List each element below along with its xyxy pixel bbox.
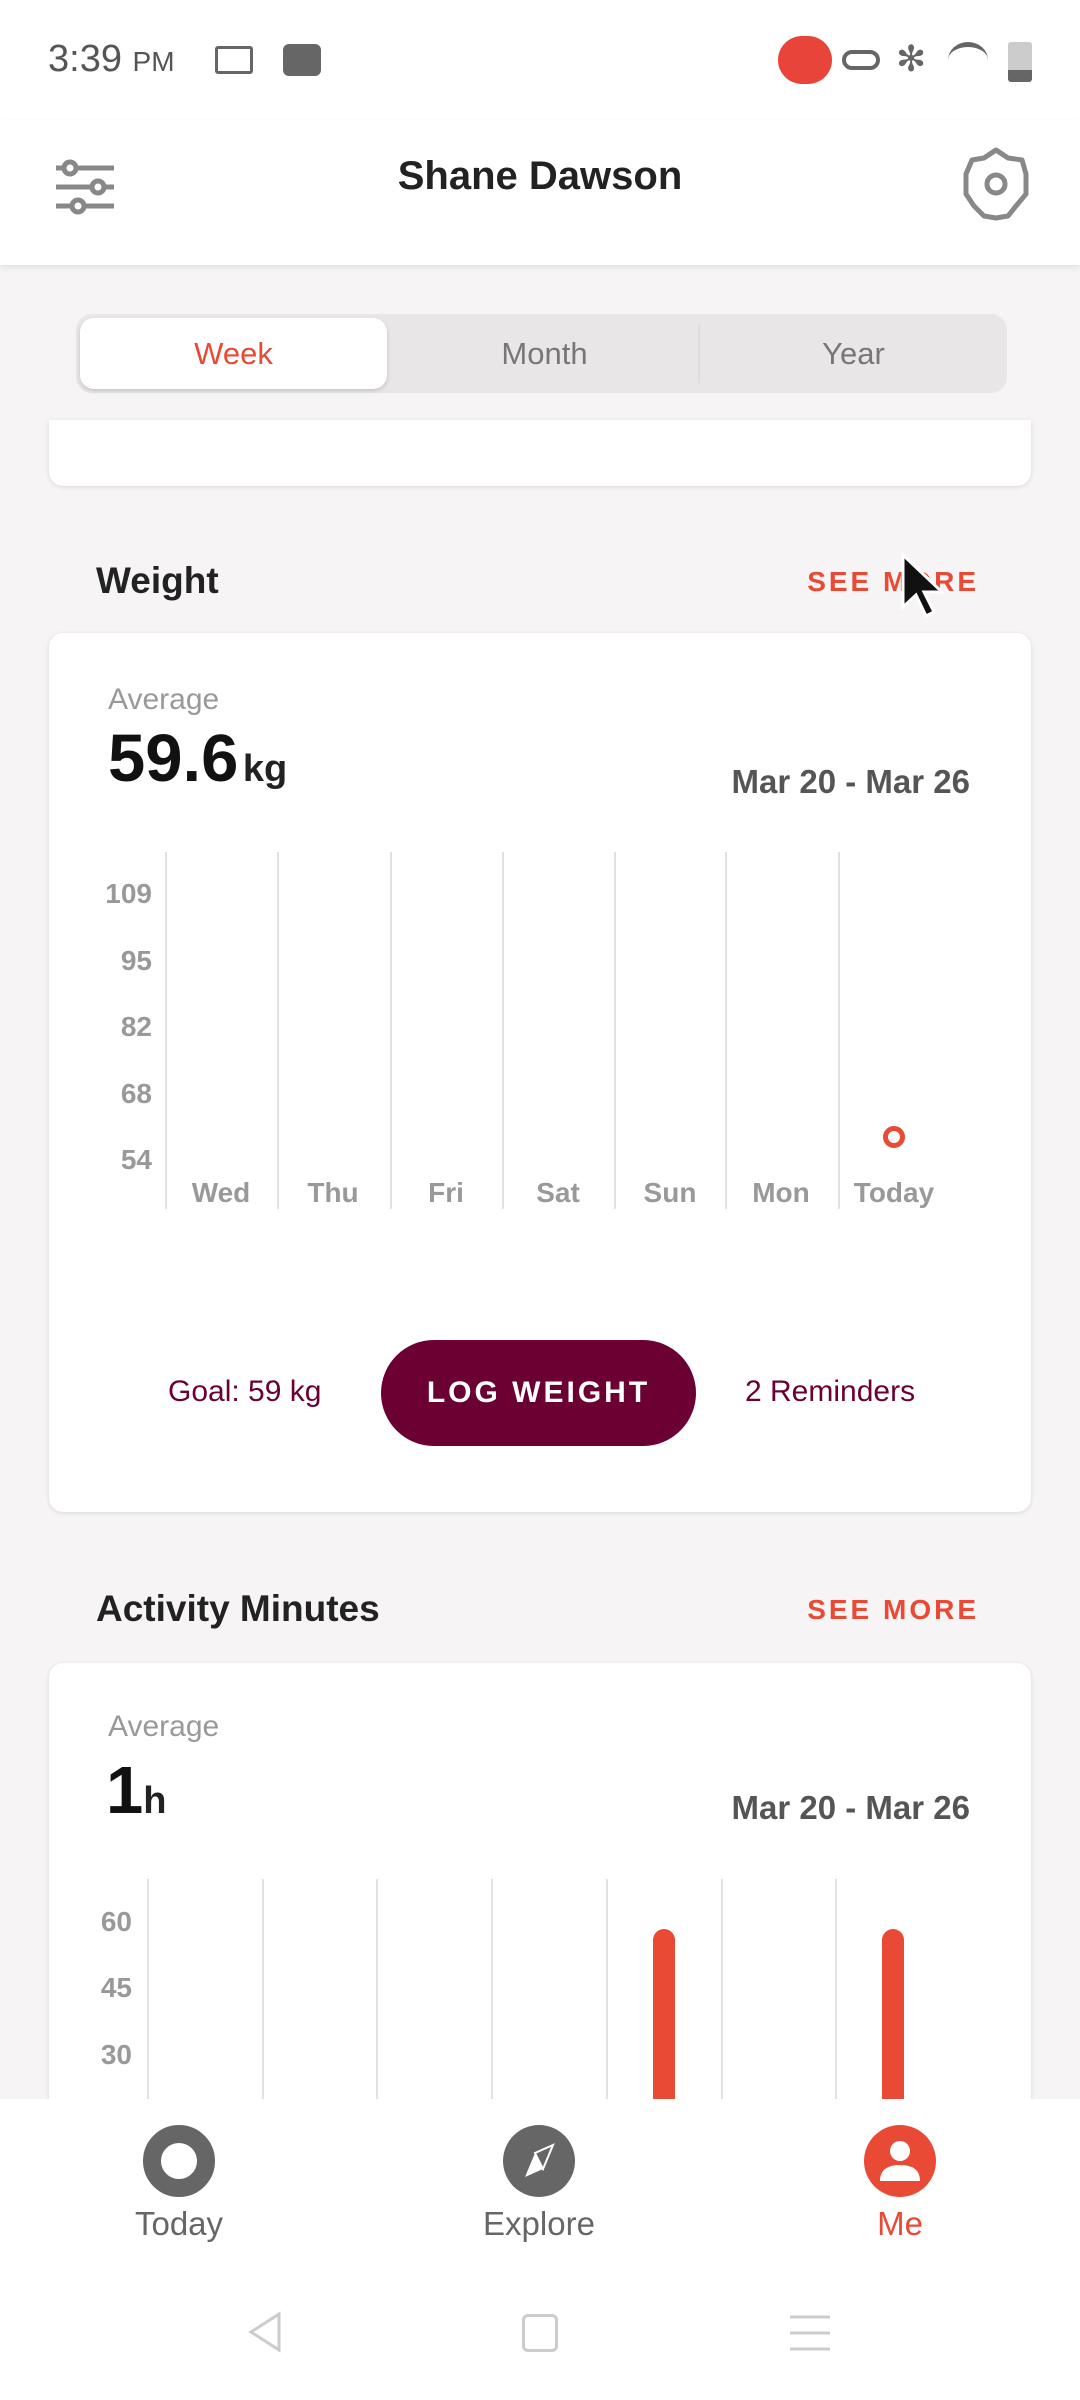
y-tick-label: 30 (100, 2039, 132, 2070)
x-tick-label: Fri (428, 1177, 464, 1208)
app-header: Shane Dawson (0, 120, 1080, 265)
grid-line (721, 1879, 723, 2099)
x-tick-label: Wed (191, 1177, 251, 1208)
period-tabs: Week Month Year (76, 314, 1007, 393)
weight-average-label: Average (108, 683, 220, 716)
grid-line (838, 852, 840, 1209)
x-tick-label: Sat (536, 1177, 580, 1208)
grid-line (614, 852, 616, 1209)
y-tick-label: 68 (120, 1078, 152, 1109)
y-tick-label: 95 (120, 945, 152, 976)
ring-icon (143, 2125, 215, 2197)
back-icon[interactable] (245, 2310, 285, 2354)
grid-line (491, 1879, 493, 2099)
grid-line (277, 852, 279, 1209)
reminders-link[interactable]: 2 Reminders (745, 1375, 915, 1409)
tab-month[interactable]: Month (391, 324, 700, 383)
nav-today[interactable]: Today (79, 2125, 279, 2243)
log-weight-button[interactable]: LOG WEIGHT (381, 1340, 696, 1446)
person-icon (864, 2125, 936, 2197)
y-tick-label: 45 (100, 1972, 132, 2003)
activity-average-label: Average (108, 1710, 220, 1743)
nav-explore[interactable]: Explore (439, 2125, 639, 2243)
grid-line (262, 1879, 264, 2099)
activity-average: 1h (106, 1753, 167, 1828)
nav-explore-label: Explore (483, 2205, 595, 2242)
x-tick-label: Sun (643, 1177, 697, 1208)
grid-line (835, 1879, 837, 2099)
status-bar: 3:39 PM ✻ (0, 0, 1080, 120)
recording-indicator-icon (778, 36, 832, 84)
weight-date-range: Mar 20 - Mar 26 (731, 763, 970, 800)
tab-year[interactable]: Year (700, 314, 1007, 393)
gear-icon[interactable] (960, 146, 1032, 222)
activity-see-more-button[interactable]: SEE MORE (807, 1594, 979, 1626)
weight-title: Weight (96, 560, 219, 601)
nav-me-label: Me (877, 2205, 923, 2242)
nav-today-label: Today (134, 2205, 224, 2242)
tab-week[interactable]: Week (80, 318, 387, 389)
grid-line (725, 852, 727, 1209)
bluetooth-icon: ✻ (896, 38, 927, 79)
activity-date-range: Mar 20 - Mar 26 (731, 1789, 970, 1826)
vpn-key-icon (842, 50, 880, 70)
grid-line (606, 1879, 608, 2099)
bar-sun (652, 1929, 675, 2099)
status-time: 3:39 PM (48, 38, 175, 80)
grid-line (390, 852, 392, 1209)
y-tick-label: 109 (105, 878, 152, 909)
compass-icon (503, 2125, 575, 2197)
grid-line (376, 1879, 378, 2099)
grid-line (147, 1879, 149, 2099)
battery-icon (1008, 42, 1032, 82)
x-tick-label: Today (853, 1177, 935, 1208)
y-tick-label: 82 (120, 1011, 152, 1042)
home-icon[interactable] (522, 2314, 558, 2352)
mouse-cursor-icon (901, 552, 946, 619)
page-title: Shane Dawson (397, 154, 683, 198)
grid-line (502, 852, 504, 1209)
y-tick-label: 60 (100, 1906, 132, 1937)
wifi-icon (948, 42, 988, 78)
bar-today (881, 1929, 904, 2099)
x-tick-label: Thu (307, 1177, 359, 1208)
grid-line (165, 852, 167, 1209)
activity-title: Activity Minutes (96, 1588, 380, 1629)
screen-record-icon (215, 46, 253, 74)
y-tick-label: 54 (120, 1144, 152, 1175)
weight-see-more-button[interactable]: SEE MORE (807, 566, 979, 598)
previous-card (49, 420, 1031, 486)
weight-average: 59.6 kg (108, 721, 288, 796)
weight-goal[interactable]: Goal: 59 kg (168, 1375, 321, 1409)
recents-menu-icon[interactable] (790, 2314, 830, 2352)
x-tick-label: Mon (752, 1177, 810, 1208)
nav-me[interactable]: Me (800, 2125, 1000, 2243)
sync-icon (283, 44, 321, 76)
